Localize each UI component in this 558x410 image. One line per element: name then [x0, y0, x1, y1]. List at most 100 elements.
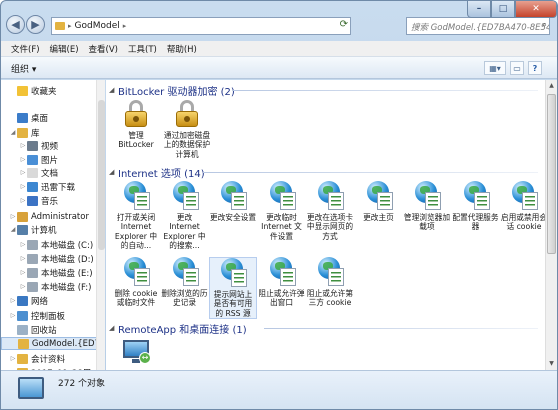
nav-item[interactable]: ▷ Administrator — [1, 210, 89, 223]
nav-item-label: 文档 — [41, 168, 59, 179]
control-panel-item[interactable]: 通过加密磁盘上的数据保护计算机 — [163, 99, 211, 159]
expand-arrow-icon[interactable]: ▷ — [9, 213, 17, 220]
control-panel-item[interactable]: 阻止或允许第三方 cookie — [306, 257, 354, 308]
nav-item[interactable]: 回收站 — [1, 323, 57, 336]
expand-arrow-icon[interactable]: ▷ — [19, 283, 27, 290]
menu-bar: 文件(F) 编辑(E) 查看(V) 工具(T) 帮助(H) — [1, 41, 557, 57]
scroll-up-icon[interactable]: ▲ — [546, 80, 557, 92]
menu-tools[interactable]: 工具(T) — [128, 43, 157, 55]
back-button[interactable]: ◀ — [6, 15, 25, 34]
expand-arrow-icon[interactable]: ▷ — [19, 169, 27, 176]
control-panel-item[interactable]: 更改临时 Internet 文件设置 — [258, 181, 306, 241]
address-bar[interactable]: ▸ GodModel ▸ ⟳ — [51, 17, 351, 35]
nav-item[interactable]: ▷ 会计资料 — [1, 352, 65, 365]
control-panel-item[interactable]: 管理 BitLocker — [112, 99, 160, 150]
menu-file[interactable]: 文件(F) — [11, 43, 40, 55]
group-header-bitlocker[interactable]: ◢ BitLocker 驱动器加密 (2) — [109, 83, 235, 98]
expand-arrow-icon[interactable]: ▷ — [9, 297, 17, 304]
internet-options-globe-icon — [218, 181, 248, 211]
group-header-internet-options[interactable]: ◢ Internet 选项 (14) — [109, 165, 205, 180]
nav-item[interactable]: ▷ 网络 — [1, 294, 48, 307]
nav-item[interactable]: ▷ 图片 — [1, 153, 58, 166]
control-panel-item[interactable]: ↔从... — [112, 338, 160, 370]
remote-desktop-icon: ↔ — [119, 338, 153, 368]
group-divider — [203, 172, 538, 173]
minimize-button[interactable]: – — [467, 1, 491, 18]
expand-arrow-icon[interactable]: ▷ — [19, 156, 27, 163]
nav-item[interactable]: ▷ 迅雷下载 — [1, 180, 75, 193]
menu-edit[interactable]: 编辑(E) — [50, 43, 79, 55]
control-panel-item[interactable]: 更改安全设置 — [209, 181, 257, 222]
internet-options-globe-icon — [315, 257, 345, 287]
scroll-down-icon[interactable]: ▼ — [546, 358, 557, 370]
expand-arrow-icon[interactable]: ▷ — [19, 241, 27, 248]
expand-arrow-icon[interactable]: ▷ — [9, 355, 17, 362]
expand-arrow-icon[interactable]: ▷ — [19, 255, 27, 262]
expand-arrow-icon[interactable]: ▷ — [19, 269, 27, 276]
arrow-left-icon: ◀ — [11, 18, 20, 31]
forward-button[interactable]: ▶ — [26, 15, 45, 34]
expand-arrow-icon[interactable]: ▷ — [9, 312, 17, 319]
control-panel-item[interactable]: 打开或关闭 Internet Explorer 中的自动... — [112, 181, 160, 250]
group-header-remoteapp[interactable]: ◢ RemoteApp 和桌面连接 (1) — [109, 321, 247, 336]
search-input[interactable]: 搜索 GodModel.{ED7BA470-8E54-... ⌕ — [406, 17, 550, 35]
menu-help[interactable]: 帮助(H) — [167, 43, 197, 55]
menu-view[interactable]: 查看(V) — [89, 43, 118, 55]
nav-item[interactable]: ▷ 视频 — [1, 139, 58, 152]
control-panel-item[interactable]: 提示网站上是否有可用的 RSS 源 — [209, 257, 257, 319]
nav-item[interactable]: ◢ 计算机 — [1, 223, 57, 236]
nav-item[interactable]: ▷ 文档 — [1, 166, 58, 179]
nav-item[interactable]: ▷ 控制面板 — [1, 309, 65, 322]
view-options-icon[interactable]: ▦▾ — [484, 61, 506, 75]
drive-icon — [27, 281, 38, 292]
scrollbar-thumb[interactable] — [547, 94, 556, 254]
preview-pane-icon[interactable]: ▭ — [510, 61, 524, 75]
expand-arrow-icon[interactable]: ▷ — [19, 197, 27, 204]
control-panel-item[interactable]: 阻止或允许弹出窗口 — [258, 257, 306, 308]
nav-item[interactable]: ▷ 本地磁盘 (C:) — [1, 238, 93, 251]
expand-arrow-icon[interactable]: ▷ — [19, 142, 27, 149]
maximize-button[interactable]: □ — [491, 1, 515, 18]
expand-arrow-icon[interactable]: ◢ — [9, 226, 17, 233]
organize-button[interactable]: 组织 ▾ — [11, 62, 36, 75]
collapse-icon[interactable]: ◢ — [109, 86, 118, 94]
internet-options-globe-icon — [170, 257, 200, 287]
recycle-bin-icon — [17, 324, 28, 335]
internet-options-globe-icon — [170, 181, 200, 211]
internet-options-globe-icon — [315, 181, 345, 211]
help-icon[interactable]: ? — [528, 61, 542, 75]
nav-item[interactable]: ◢ 库 — [1, 126, 40, 139]
nav-item[interactable]: ▷ 本地磁盘 (F:) — [1, 280, 91, 293]
expand-arrow-icon[interactable]: ◢ — [9, 129, 17, 136]
nav-item[interactable]: 收藏夹 — [1, 84, 57, 97]
control-panel-item[interactable]: 更改主页 — [355, 181, 403, 222]
navigation-scrollbar[interactable] — [96, 80, 105, 370]
item-label: 配置代理服务器 — [452, 213, 499, 232]
drive-icon — [27, 253, 38, 264]
nav-item[interactable]: ▷ 音乐 — [1, 194, 58, 207]
nav-item[interactable]: ▷ 本地磁盘 (E:) — [1, 266, 93, 279]
control-panel-item[interactable]: 删除浏览的历史记录 — [161, 257, 209, 308]
folder-icon — [55, 22, 65, 30]
control-panel-item[interactable]: 更改 Internet Explorer 中的搜索... — [161, 181, 209, 250]
nav-item[interactable]: ▷ 本地磁盘 (D:) — [1, 252, 94, 265]
control-panel-item[interactable]: 配置代理服务器 — [452, 181, 500, 232]
expand-arrow-icon[interactable]: ▷ — [19, 183, 27, 190]
control-panel-item[interactable]: 删除 cookie 或临时文件 — [112, 257, 160, 308]
nav-item[interactable]: GodModel.{ED7 — [1, 337, 101, 350]
close-button[interactable]: ✕ — [515, 1, 557, 18]
collapse-icon[interactable]: ◢ — [109, 324, 118, 332]
search-icon[interactable]: ⌕ — [542, 20, 547, 30]
nav-item[interactable]: 桌面 — [1, 111, 48, 124]
control-panel-item[interactable]: 管理浏览器加载项 — [403, 181, 451, 232]
control-panel-item[interactable]: 更改在选项卡中显示网页的方式 — [306, 181, 354, 241]
breadcrumb-chevron-icon[interactable]: ▸ — [123, 22, 127, 30]
nav-item-label: GodModel.{ED7 — [31, 338, 100, 349]
items-scrollbar[interactable]: ▲ ▼ — [545, 80, 557, 370]
star-icon — [17, 85, 28, 96]
breadcrumb[interactable]: GodModel — [75, 21, 120, 31]
control-panel-item[interactable]: 启用或禁用会话 cookie — [500, 181, 545, 232]
scrollbar-thumb[interactable] — [98, 100, 105, 250]
collapse-icon[interactable]: ◢ — [109, 168, 118, 176]
refresh-icon[interactable]: ⟳ — [340, 19, 348, 30]
